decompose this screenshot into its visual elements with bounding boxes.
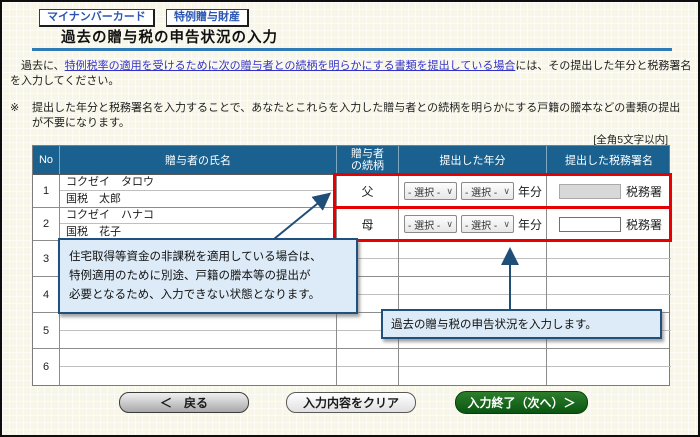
chevron-down-icon: ∨ bbox=[446, 186, 453, 197]
chevron-down-icon: ∨ bbox=[503, 219, 510, 230]
row-number: 3 bbox=[33, 241, 60, 276]
badge-special-gift-property: 特例贈与財産 bbox=[166, 9, 249, 27]
donor-name-cell: コクゼイ タロウ 国税 太郎 bbox=[60, 175, 337, 207]
intro-pre-text: 過去に、 bbox=[10, 60, 65, 72]
header-relation-line1: 贈与者 bbox=[351, 148, 384, 160]
year-number-select[interactable]: - 選択 - ∨ bbox=[461, 215, 514, 233]
header-tax-office: 提出した税務署名 bbox=[547, 146, 671, 174]
year-number-select-value: - 選択 - bbox=[465, 217, 497, 232]
header-no: No bbox=[33, 146, 60, 174]
year-cell: - 選択 - ∨ - 選択 - ∨ 年分 bbox=[399, 208, 547, 240]
year-number-select[interactable]: - 選択 - ∨ bbox=[461, 182, 514, 200]
header-donor-name: 贈与者の氏名 bbox=[60, 146, 337, 174]
year-suffix-label: 年分 bbox=[518, 183, 542, 200]
chevron-down-icon: ∨ bbox=[503, 186, 510, 197]
next-button[interactable]: 入力終了（次へ）＞ bbox=[455, 391, 588, 414]
tax-office-input-disabled[interactable] bbox=[559, 184, 621, 199]
clear-input-button[interactable]: 入力内容をクリア bbox=[286, 392, 416, 413]
office-suffix-label: 税務署 bbox=[626, 183, 662, 200]
row-number: 5 bbox=[33, 313, 60, 348]
note-marker: ※ bbox=[10, 101, 32, 131]
note-text: 提出した年分と税務署名を入力することで、あなたとこれらを入力した贈与者との続柄を… bbox=[32, 101, 690, 131]
row-number: 1 bbox=[33, 175, 60, 207]
tax-office-input[interactable] bbox=[559, 217, 621, 232]
office-cell: 税務署 bbox=[547, 175, 671, 207]
row-number: 4 bbox=[33, 277, 60, 312]
donor-name-cell: コクゼイ ハナコ 国税 花子 bbox=[60, 208, 337, 240]
table-row: 1 コクゼイ タロウ 国税 太郎 父 - 選択 - ∨ - 選択 - ∨ 年分 税務… bbox=[33, 175, 669, 208]
year-cell bbox=[399, 277, 547, 312]
callout-left-line2: 特例適用のために別途、戸籍の謄本等の提出が bbox=[69, 267, 347, 286]
donor-kana: コクゼイ ハナコ bbox=[60, 208, 336, 224]
intro-paragraph: 過去に、特例税率の適用を受けるために次の贈与者との続柄を明らかにする書類を提出し… bbox=[10, 59, 698, 89]
relation-cell bbox=[337, 349, 399, 385]
donor-name-cell bbox=[60, 349, 337, 385]
office-cell: 税務署 bbox=[547, 208, 671, 240]
title-underline bbox=[32, 48, 672, 51]
table-row-empty: 6 bbox=[33, 349, 669, 385]
year-number-select-value: - 選択 - bbox=[465, 184, 497, 199]
conditions-link[interactable]: 特例税率の適用を受けるために次の贈与者との続柄を明らかにする書類を提出している場… bbox=[65, 60, 516, 72]
office-cell bbox=[547, 277, 671, 312]
callout-left-line1: 住宅取得等資金の非課税を適用している場合は、 bbox=[69, 248, 347, 267]
chevron-down-icon: ∨ bbox=[446, 219, 453, 230]
year-cell: - 選択 - ∨ - 選択 - ∨ 年分 bbox=[399, 175, 547, 207]
header-relation: 贈与者 の続柄 bbox=[337, 146, 399, 174]
donor-name-cell bbox=[60, 313, 337, 348]
callout-left-line3: 必要となるため、入力できない状態となります。 bbox=[69, 286, 347, 305]
relation-value: 母 bbox=[337, 208, 399, 240]
office-suffix-label: 税務署 bbox=[626, 216, 662, 233]
office-cell bbox=[547, 349, 671, 385]
gift-tax-entry-screen: マイナンバーカード 特例贈与財産 過去の贈与税の申告状況の入力 過去に、特例税率… bbox=[0, 0, 700, 437]
office-cell bbox=[547, 241, 671, 276]
table-header-row: No 贈与者の氏名 贈与者 の続柄 提出した年分 提出した税務署名 bbox=[33, 146, 669, 175]
disabled-input-callout: 住宅取得等資金の非課税を適用している場合は、 特例適用のために別途、戸籍の謄本等… bbox=[58, 238, 358, 314]
donor-kana: コクゼイ タロウ bbox=[60, 175, 336, 191]
table-row: 2 コクゼイ ハナコ 国税 花子 母 - 選択 - ∨ - 選択 - ∨ 年分 税務… bbox=[33, 208, 669, 241]
row-number: 2 bbox=[33, 208, 60, 240]
year-suffix-label: 年分 bbox=[518, 216, 542, 233]
badge-mynumber-card: マイナンバーカード bbox=[39, 9, 155, 27]
relation-value: 父 bbox=[337, 175, 399, 207]
year-era-select-value: - 選択 - bbox=[408, 184, 440, 199]
year-cell bbox=[399, 349, 547, 385]
year-era-select-value: - 選択 - bbox=[408, 217, 440, 232]
note-paragraph: ※ 提出した年分と税務署名を入力することで、あなたとこれらを入力した贈与者との続… bbox=[10, 101, 698, 131]
year-era-select[interactable]: - 選択 - ∨ bbox=[404, 215, 457, 233]
entry-hint-callout: 過去の贈与税の申告状況を入力します。 bbox=[381, 309, 662, 339]
row-number: 6 bbox=[33, 349, 60, 385]
header-year: 提出した年分 bbox=[399, 146, 547, 174]
year-cell bbox=[399, 241, 547, 276]
header-relation-line2: の続柄 bbox=[351, 160, 384, 172]
page-title: 過去の贈与税の申告状況の入力 bbox=[61, 26, 278, 47]
year-era-select[interactable]: - 選択 - ∨ bbox=[404, 182, 457, 200]
back-button[interactable]: ＜ 戻る bbox=[119, 392, 249, 413]
donor-kanji: 国税 太郎 bbox=[60, 191, 336, 207]
